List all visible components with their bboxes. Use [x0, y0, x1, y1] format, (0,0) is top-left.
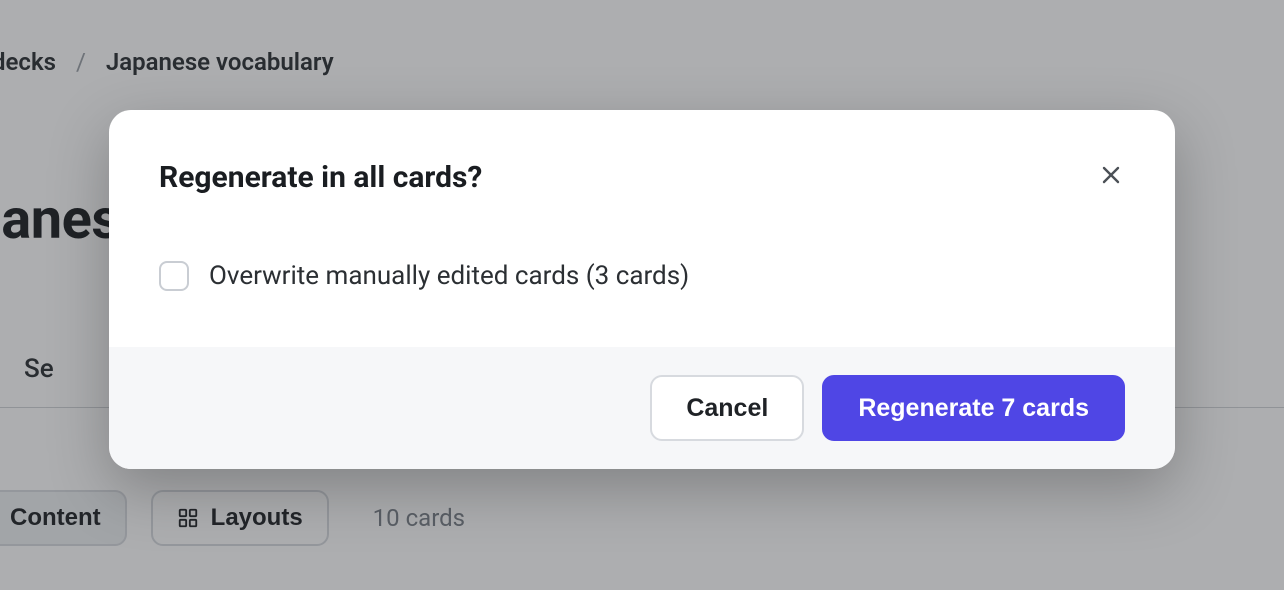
- cancel-button[interactable]: Cancel: [650, 375, 804, 441]
- overwrite-option[interactable]: Overwrite manually edited cards (3 cards…: [159, 261, 1125, 291]
- modal-body: Regenerate in all cards? Overwrite manua…: [109, 110, 1175, 347]
- close-button[interactable]: [1093, 158, 1129, 194]
- overwrite-checkbox[interactable]: [159, 261, 189, 291]
- modal: Regenerate in all cards? Overwrite manua…: [109, 110, 1175, 469]
- regenerate-button[interactable]: Regenerate 7 cards: [822, 375, 1125, 441]
- modal-footer: Cancel Regenerate 7 cards: [109, 347, 1175, 469]
- close-icon: [1099, 163, 1123, 190]
- modal-overlay[interactable]: Regenerate in all cards? Overwrite manua…: [0, 0, 1284, 590]
- modal-title: Regenerate in all cards?: [159, 160, 1125, 195]
- overwrite-label: Overwrite manually edited cards (3 cards…: [209, 261, 689, 291]
